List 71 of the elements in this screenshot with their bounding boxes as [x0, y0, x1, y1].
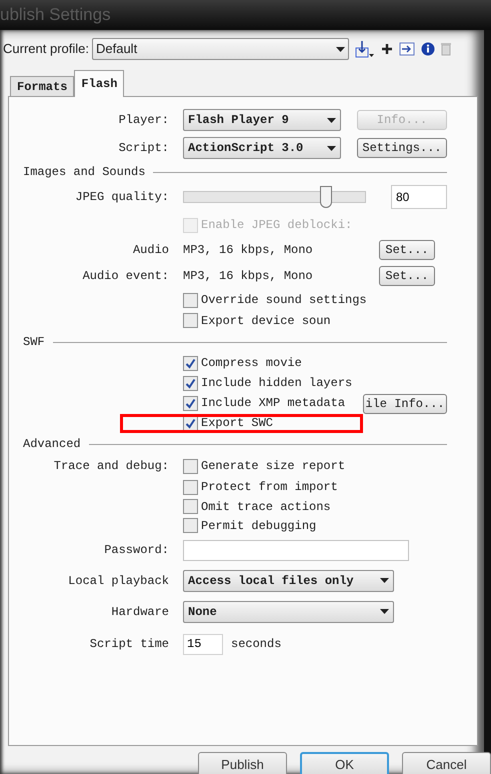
slider-thumb[interactable]	[320, 186, 332, 208]
dialog-button[interactable]: Cancel	[402, 752, 491, 774]
field-label: Local playback	[68, 572, 169, 590]
dialog-button[interactable]: Settings...	[357, 138, 447, 158]
field-label: Script:	[118, 140, 169, 157]
checkbox[interactable]	[183, 356, 198, 370]
script-time-field[interactable]: 15	[183, 634, 223, 654]
info-icon[interactable]	[420, 42, 435, 56]
checkbox-label: Protect from import	[201, 479, 338, 496]
dropdown[interactable]: ActionScript 3.0	[183, 137, 341, 159]
checkbox-label: Export SWC	[201, 415, 274, 432]
dialog-button[interactable]: OK	[300, 752, 389, 774]
checkbox-label: Compress movie	[201, 355, 302, 372]
field-label: Hardware	[111, 604, 169, 620]
dropdown[interactable]: Access local files only	[183, 570, 394, 592]
window-title: ublish Settings	[0, 4, 111, 26]
checkbox[interactable]	[183, 499, 198, 514]
audio-format: MP3, 16 kbps, Mono	[183, 242, 314, 259]
dropdown-arrow-icon	[327, 146, 336, 150]
audio-format: MP3, 16 kbps, Mono	[183, 268, 314, 285]
checkbox[interactable]	[183, 480, 198, 494]
tab[interactable]: Flash	[74, 70, 124, 97]
import-icon[interactable]	[398, 42, 415, 56]
checkbox-label: Include XMP metadata	[201, 395, 346, 412]
field-label: Player:	[118, 112, 169, 129]
checkbox[interactable]	[183, 396, 198, 410]
dropdown-arrow-icon	[327, 118, 336, 122]
check-icon	[185, 378, 196, 388]
download-dropdown-icon[interactable]	[354, 40, 375, 58]
quality-slider[interactable]	[183, 185, 366, 209]
dialog-button[interactable]: Set...	[379, 240, 435, 260]
section-title: Advanced	[23, 436, 81, 453]
dropdown-arrow-icon	[380, 609, 389, 614]
checkbox[interactable]	[183, 518, 198, 533]
dropdown-arrow-icon	[336, 46, 345, 52]
tab[interactable]: Formats	[10, 76, 74, 96]
field-label: Trace and debug:	[54, 458, 169, 475]
checkbox[interactable]	[183, 376, 198, 390]
profile-label: Current profile:	[3, 40, 89, 58]
dropdown-arrow-icon	[380, 578, 389, 583]
field-label: Script time	[90, 636, 169, 653]
dropdown[interactable]: Flash Player 9	[183, 109, 341, 131]
field-label: Audio	[132, 242, 169, 259]
section-title: Images and Sounds	[23, 164, 146, 181]
quality-field[interactable]: 80	[391, 185, 447, 209]
dialog-button[interactable]: Set...	[379, 266, 435, 286]
check-icon	[185, 358, 196, 368]
plus-icon[interactable]	[380, 43, 393, 55]
checkbox[interactable]	[183, 292, 198, 308]
field-label: Audio event:	[82, 268, 169, 285]
dialog-button[interactable]: Publish	[198, 752, 287, 774]
field-label: JPEG quality:	[75, 189, 169, 206]
dropdown[interactable]: None	[183, 600, 394, 622]
checkbox-label: Permit debugging	[201, 518, 316, 534]
checkbox-label: Generate size report	[201, 458, 346, 475]
trash-icon[interactable]	[440, 42, 451, 56]
profile-dropdown[interactable]: Default	[92, 38, 349, 60]
checkbox[interactable]	[183, 313, 198, 328]
checkbox-label: Include hidden layers	[201, 375, 352, 392]
dialog-button[interactable]: ile Info...	[363, 394, 447, 414]
password-field[interactable]	[183, 540, 409, 560]
section-title: SWF	[23, 334, 45, 351]
checkbox-label: Enable JPEG deblocki:	[201, 217, 352, 234]
check-icon	[185, 398, 196, 408]
field-label: Password:	[104, 542, 169, 559]
checkbox-label: Override sound settings	[201, 292, 367, 309]
checkbox[interactable]	[183, 458, 198, 474]
unit-label: seconds	[231, 636, 282, 653]
checkbox-label: Export device soun	[201, 312, 331, 330]
checkbox-label: Omit trace actions	[201, 498, 331, 516]
check-icon	[185, 418, 196, 428]
